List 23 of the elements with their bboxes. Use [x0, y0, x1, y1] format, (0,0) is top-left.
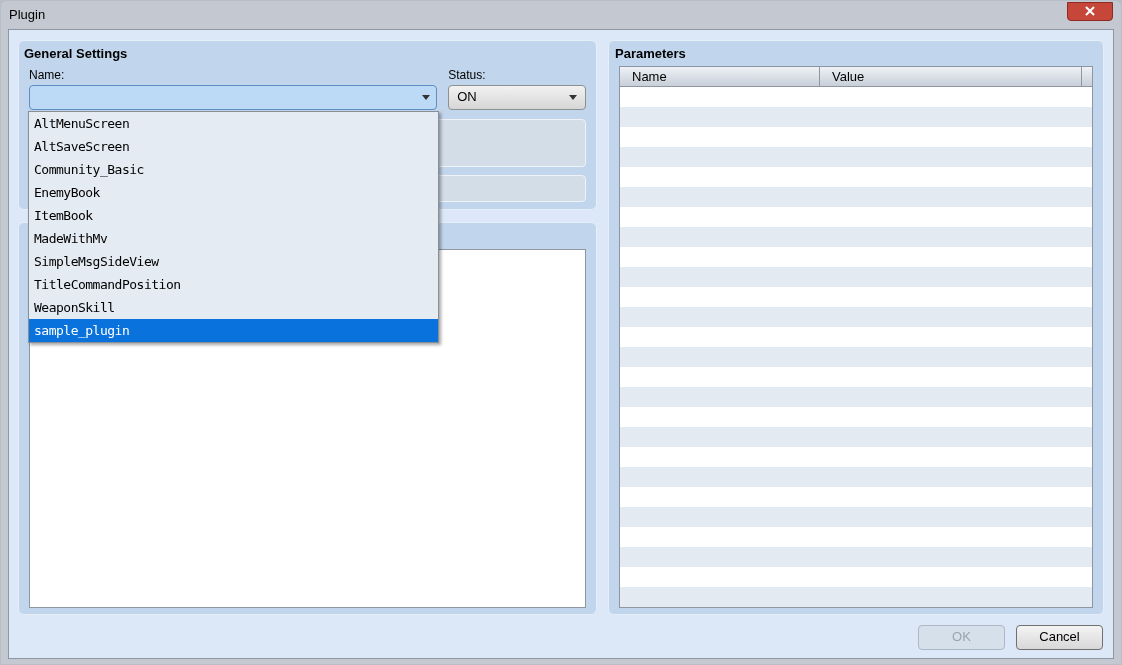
status-label: Status: — [448, 66, 487, 84]
dialog-button[interactable]: Cancel — [1016, 624, 1103, 650]
window-title: Plugin — [9, 6, 46, 25]
caret-icon — [569, 94, 577, 100]
dropdown-option[interactable]: Community_Basic — [29, 158, 438, 181]
dropdown-option[interactable]: SimpleMsgSideView — [29, 250, 438, 273]
dropdown-option[interactable]: MadeWithMv — [29, 227, 438, 250]
close-icon — [1085, 6, 1095, 16]
dropdown-option[interactable]: AltMenuScreen — [29, 112, 438, 135]
close-button[interactable] — [1067, 1, 1113, 21]
dropdown-option[interactable]: WeaponSkill — [29, 296, 438, 319]
panel-title: General Settings — [24, 45, 129, 63]
dropdown-option[interactable]: ItemBook — [29, 204, 438, 227]
caret-icon — [422, 94, 431, 100]
status-select[interactable]: ON — [448, 84, 586, 110]
column-header[interactable]: Name — [620, 66, 820, 86]
column-header[interactable]: Value — [820, 66, 1082, 86]
name-label: Name: — [29, 66, 66, 84]
panel-title: Parameters — [615, 45, 687, 63]
dropdown-option[interactable]: AltSaveScreen — [29, 135, 438, 158]
dropdown-option[interactable]: EnemyBook — [29, 181, 438, 204]
dropdown-option[interactable]: TitleCommandPosition — [29, 273, 438, 296]
dropdown-option[interactable]: sample_plugin — [29, 319, 438, 342]
